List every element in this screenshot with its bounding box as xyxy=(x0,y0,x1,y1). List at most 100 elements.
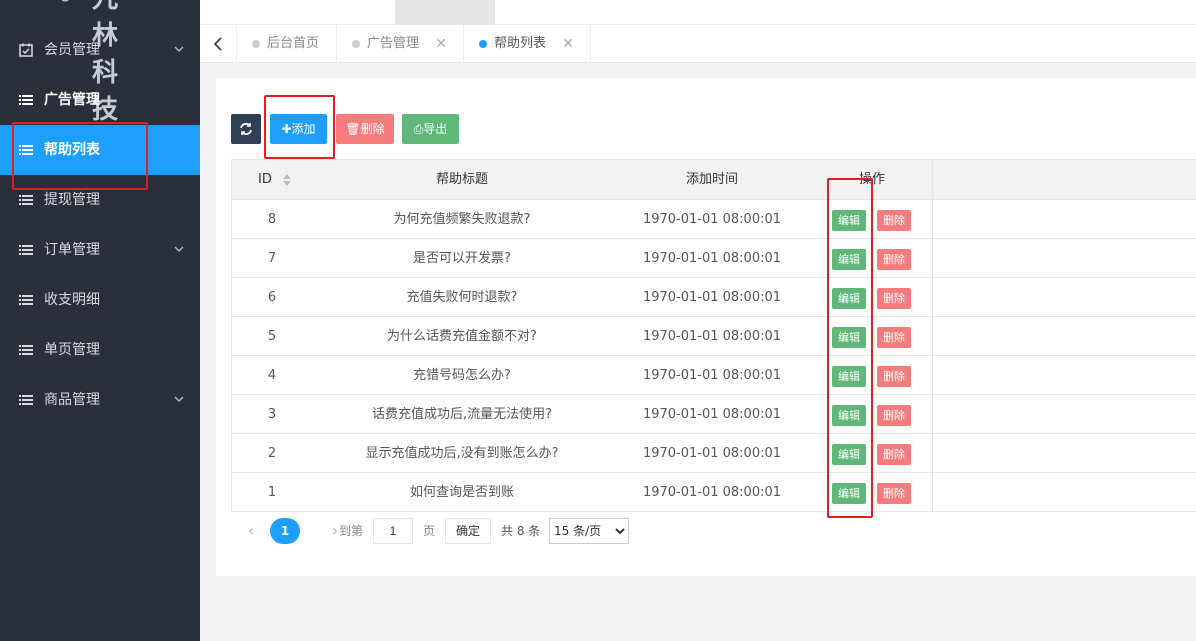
close-icon[interactable]: ✕ xyxy=(435,25,447,63)
tab-dot xyxy=(479,40,487,48)
logo-text: logo xyxy=(44,0,82,3)
edit-button[interactable]: 编辑 xyxy=(832,366,866,387)
batch-delete-button[interactable]: 🗑删除 xyxy=(336,114,394,144)
top-header xyxy=(200,0,1196,25)
refresh-icon xyxy=(240,123,252,135)
sidebar-item-members[interactable]: 会员管理 xyxy=(0,25,200,75)
cell-title: 为何充值频繁失败退款? xyxy=(393,212,531,227)
top-nav-active-tab[interactable] xyxy=(395,0,495,25)
sidebar-item-label: 商品管理 xyxy=(44,392,100,408)
list-icon xyxy=(19,195,33,205)
tab-home[interactable]: 后台首页 xyxy=(237,25,337,63)
goto-confirm-button[interactable]: 确定 xyxy=(445,518,491,544)
tab-dot xyxy=(252,40,260,48)
column-divider xyxy=(932,434,933,472)
tabs-scroll-left-button[interactable] xyxy=(200,25,237,63)
edit-button[interactable]: 编辑 xyxy=(832,288,866,309)
table-row: 6 充值失败何时退款? 1970-01-01 08:00:01 编辑 删除 xyxy=(231,278,1196,317)
table-header: ID 帮助标题 添加时间 操作 xyxy=(231,160,1196,200)
table-row: 1 如何查询是否到账 1970-01-01 08:00:01 编辑 删除 xyxy=(231,473,1196,512)
sidebar-item-label: 广告管理 xyxy=(44,92,100,108)
cell-id: 7 xyxy=(267,251,277,266)
trash-icon: 🗑 xyxy=(345,122,361,136)
cell-title: 是否可以开发票? xyxy=(413,251,511,266)
cell-id: 6 xyxy=(267,290,277,305)
delete-button[interactable]: 删除 xyxy=(877,327,911,348)
tab-ads[interactable]: 广告管理 ✕ xyxy=(337,25,464,63)
delete-button[interactable]: 删除 xyxy=(877,366,911,387)
export-button-label: 导出 xyxy=(423,122,448,136)
list-icon xyxy=(19,95,33,105)
tab-dot xyxy=(352,40,360,48)
goto-label: 到第 xyxy=(339,524,364,538)
sidebar-item-products[interactable]: 商品管理 xyxy=(0,375,200,425)
sidebar-item-help-list[interactable]: 帮助列表 xyxy=(0,125,200,175)
edit-button[interactable]: 编辑 xyxy=(832,483,866,504)
edit-button[interactable]: 编辑 xyxy=(832,405,866,426)
edit-button[interactable]: 编辑 xyxy=(832,327,866,348)
sidebar-menu: 会员管理 广告管理 帮助列表 提现管理 订单管理 收支明细 单页管理 商品管理 xyxy=(0,25,200,425)
cell-time: 1970-01-01 08:00:01 xyxy=(642,446,782,461)
content-card: ✚添加 🗑删除 ⎙导出 ID 帮助标题 添加时间 操作 8 为何充值频繁失败退款?… xyxy=(216,78,1196,576)
tab-help-list[interactable]: 帮助列表 ✕ xyxy=(464,25,591,63)
column-divider xyxy=(932,473,933,511)
list-icon xyxy=(19,345,33,355)
cell-time: 1970-01-01 08:00:01 xyxy=(642,290,782,305)
column-divider xyxy=(932,278,933,316)
sidebar-item-label: 订单管理 xyxy=(44,242,100,258)
chevron-left-icon[interactable]: ‹ xyxy=(243,518,259,544)
table-row: 3 话费充值成功后,流量无法使用? 1970-01-01 08:00:01 编辑 删除 xyxy=(231,395,1196,434)
cell-id: 3 xyxy=(267,407,277,422)
cell-actions: 编辑 删除 xyxy=(812,356,932,395)
per-page-select[interactable]: 15 条/页 xyxy=(549,518,629,544)
edit-button[interactable]: 编辑 xyxy=(832,444,866,465)
cell-id: 5 xyxy=(267,329,277,344)
delete-button[interactable]: 删除 xyxy=(877,483,911,504)
goto-page-input[interactable] xyxy=(373,518,413,544)
delete-button[interactable]: 删除 xyxy=(877,210,911,231)
sidebar-item-label: 单页管理 xyxy=(44,342,100,358)
add-button-label: 添加 xyxy=(291,122,316,136)
column-divider xyxy=(932,160,933,199)
close-icon[interactable]: ✕ xyxy=(562,25,574,63)
sidebar-item-pages[interactable]: 单页管理 xyxy=(0,325,200,375)
tab-label: 广告管理 xyxy=(367,36,420,51)
edit-button[interactable]: 编辑 xyxy=(832,249,866,270)
cell-actions: 编辑 删除 xyxy=(812,434,932,473)
sidebar-item-transactions[interactable]: 收支明细 xyxy=(0,275,200,325)
sidebar-item-ads[interactable]: 广告管理 xyxy=(0,75,200,125)
header-id-label: ID xyxy=(258,172,272,187)
export-button[interactable]: ⎙导出 xyxy=(402,114,459,144)
cell-time: 1970-01-01 08:00:01 xyxy=(642,485,782,500)
cell-id: 2 xyxy=(267,446,277,461)
delete-button[interactable]: 删除 xyxy=(877,249,911,270)
page-number-current[interactable]: 1 xyxy=(270,518,300,544)
sidebar-item-orders[interactable]: 订单管理 xyxy=(0,225,200,275)
cell-actions: 编辑 删除 xyxy=(812,473,932,512)
edit-button[interactable]: 编辑 xyxy=(832,210,866,231)
delete-button[interactable]: 删除 xyxy=(877,405,911,426)
cell-actions: 编辑 删除 xyxy=(812,200,932,239)
delete-button[interactable]: 删除 xyxy=(877,444,911,465)
list-icon xyxy=(19,295,33,305)
sidebar-item-withdraw[interactable]: 提现管理 xyxy=(0,175,200,225)
cell-title: 显示充值成功后,没有到账怎么办? xyxy=(365,446,559,461)
tab-label: 帮助列表 xyxy=(494,36,547,51)
cell-id: 4 xyxy=(267,368,277,383)
delete-button-label: 删除 xyxy=(360,122,385,136)
add-button[interactable]: ✚添加 xyxy=(270,114,327,144)
header-id[interactable]: ID xyxy=(232,160,312,200)
sidebar: logo 九林科技 会员管理 广告管理 帮助列表 提现管理 订单管理 收支明细 xyxy=(0,0,200,641)
sort-icon[interactable] xyxy=(282,173,292,187)
delete-button[interactable]: 删除 xyxy=(877,288,911,309)
column-divider xyxy=(932,356,933,394)
calendar-check-icon xyxy=(19,43,33,57)
sidebar-item-label: 提现管理 xyxy=(44,192,100,208)
column-divider xyxy=(932,239,933,277)
cell-title: 充错号码怎么办? xyxy=(413,368,511,383)
refresh-button[interactable] xyxy=(231,114,261,144)
cell-time: 1970-01-01 08:00:01 xyxy=(642,212,782,227)
cell-title: 话费充值成功后,流量无法使用? xyxy=(371,407,553,422)
tab-label: 后台首页 xyxy=(267,36,320,51)
column-divider xyxy=(932,200,933,238)
